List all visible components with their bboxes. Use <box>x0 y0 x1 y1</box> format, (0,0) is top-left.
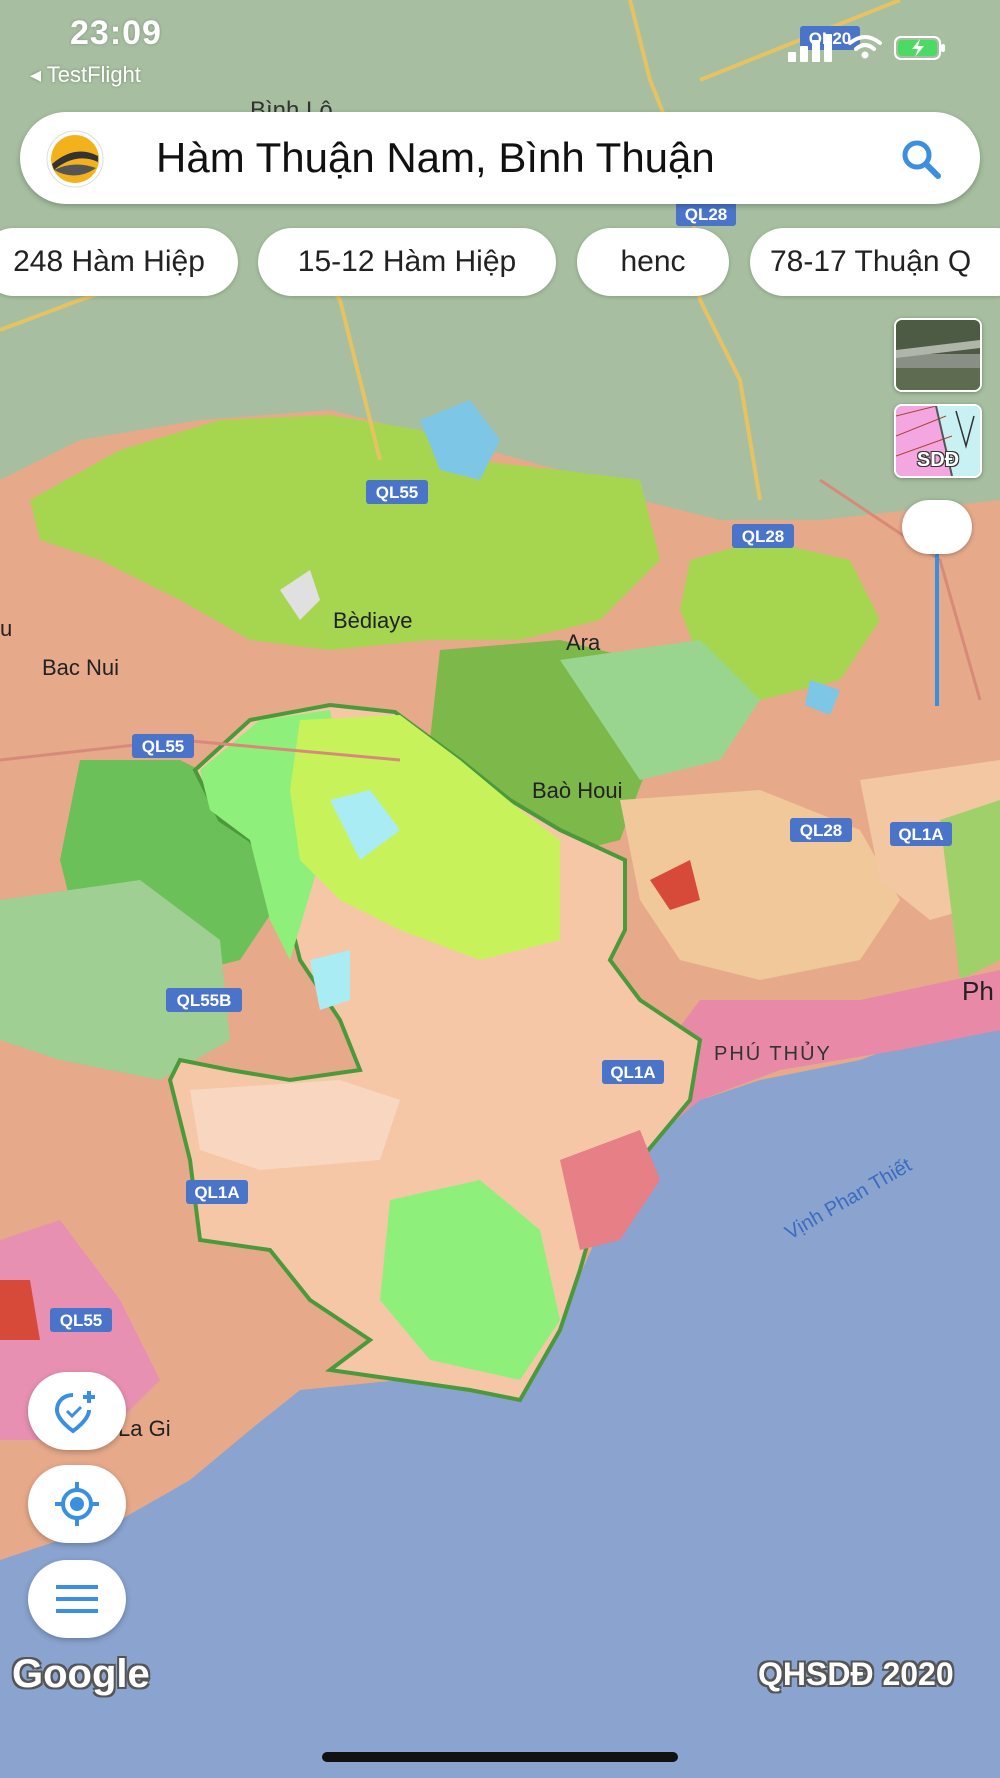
satellite-thumbnail-icon <box>896 320 980 390</box>
place-label-phan-edge: Ph <box>962 976 994 1006</box>
chip-label: 78-17 Thuận Q <box>770 245 972 278</box>
svg-text:QL1A: QL1A <box>610 1063 655 1082</box>
road-shield-ql55b: QL55B <box>166 988 242 1012</box>
chip-label: 248 Hàm Hiệp <box>13 245 205 278</box>
place-label-la-gi: La Gi <box>118 1416 171 1441</box>
land-use-layer-label: SDĐ <box>916 449 960 471</box>
road-shield-ql1a-a: QL1A <box>890 822 952 846</box>
svg-text:QL1A: QL1A <box>194 1183 239 1202</box>
home-indicator[interactable] <box>322 1752 678 1762</box>
road-shield-ql28-c: QL28 <box>790 818 852 842</box>
road-shield-ql28-a: QL28 <box>676 202 736 226</box>
road-shield-ql1a-c: QL1A <box>186 1180 248 1204</box>
place-label-bediaye: Bèdiaye <box>333 608 413 633</box>
my-location-icon <box>55 1482 99 1526</box>
add-location-icon <box>54 1391 95 1434</box>
svg-text:QL55: QL55 <box>60 1311 103 1330</box>
svg-text:QL55: QL55 <box>376 483 419 502</box>
status-bar: 23:09 ◂ TestFlight <box>0 0 1000 100</box>
place-label-u-edge: u <box>0 616 12 641</box>
road-shield-ql55-b: QL55 <box>132 734 194 758</box>
status-time: 23:09 <box>70 14 162 52</box>
road-shield-ql55-c: QL55 <box>50 1308 112 1332</box>
menu-button[interactable] <box>28 1560 126 1638</box>
battery-charging-icon <box>894 36 945 60</box>
google-logo: Google <box>12 1652 150 1696</box>
place-label-bao-houi: Baò Houi <box>532 778 623 803</box>
svg-text:QL1A: QL1A <box>898 825 943 844</box>
search-bar[interactable]: Hàm Thuận Nam, Bình Thuận <box>20 112 980 204</box>
back-to-testflight-link[interactable]: ◂ TestFlight <box>30 62 141 88</box>
land-use-layer-button[interactable]: SDĐ <box>894 404 982 478</box>
search-icon[interactable] <box>898 136 944 182</box>
svg-text:QL28: QL28 <box>800 821 843 840</box>
road-shield-ql28-b: QL28 <box>732 524 794 548</box>
place-label-ara: Ara <box>566 630 601 655</box>
recent-search-chip[interactable]: 248 Hàm Hiệp <box>0 228 238 296</box>
menu-icon <box>56 1585 98 1613</box>
cellular-signal-icon <box>788 34 832 62</box>
chip-label: 15-12 Hàm Hiệp <box>297 245 517 278</box>
recent-search-chip[interactable]: 15-12 Hàm Hiệp <box>258 228 556 296</box>
place-label-phu-thuy: PHÚ THỦY <box>714 1041 832 1065</box>
svg-text:QL28: QL28 <box>685 205 728 224</box>
svg-text:QL28: QL28 <box>742 527 785 546</box>
place-label-bac-nui: Bac Nui <box>42 655 119 680</box>
search-query-text[interactable]: Hàm Thuận Nam, Bình Thuận <box>156 134 715 182</box>
road-shield-ql1a-b: QL1A <box>602 1060 664 1084</box>
recent-search-chip[interactable]: 78-17 Thuận Q <box>750 228 1000 296</box>
map-credit: QHSDĐ 2020 <box>758 1656 954 1692</box>
chip-label: henc <box>620 245 686 278</box>
opacity-slider-handle[interactable] <box>902 500 972 554</box>
opacity-slider-track[interactable] <box>935 554 939 706</box>
road-shield-ql55-a: QL55 <box>366 480 428 504</box>
wifi-icon <box>848 35 882 59</box>
my-location-button[interactable] <box>28 1465 126 1543</box>
svg-text:QL55B: QL55B <box>177 991 232 1010</box>
add-location-button[interactable] <box>28 1372 126 1450</box>
svg-text:QL55: QL55 <box>142 737 185 756</box>
app-logo-icon[interactable] <box>46 130 104 188</box>
recent-search-chip[interactable]: henc <box>577 228 729 296</box>
satellite-layer-button[interactable] <box>894 318 982 392</box>
